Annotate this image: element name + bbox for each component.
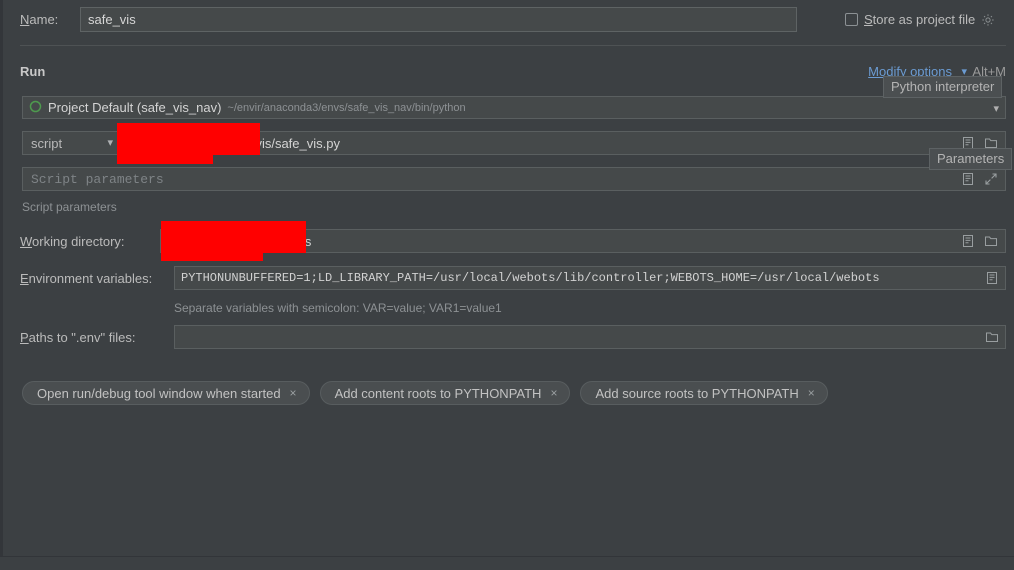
chip-open-run-debug-tool-window[interactable]: Open run/debug tool window when started …	[22, 381, 310, 405]
script-kind-dropdown[interactable]: script ▾	[22, 131, 120, 155]
working-directory-icons	[961, 234, 998, 248]
dialog-left-rail	[0, 0, 3, 556]
chip-add-content-roots[interactable]: Add content roots to PYTHONPATH ×	[319, 381, 571, 405]
macro-list-icon[interactable]	[985, 271, 999, 285]
python-env-icon	[29, 100, 48, 116]
dotenv-paths-field[interactable]	[174, 325, 1006, 349]
script-parameters-placeholder: Script parameters	[31, 171, 164, 187]
redaction-block-working-directory-2	[161, 221, 263, 261]
environment-variables-hint: Separate variables with semicolon: VAR=v…	[174, 301, 502, 315]
gear-icon[interactable]	[981, 13, 995, 27]
python-interpreter-name: Project Default (safe_vis_nav)	[48, 100, 222, 115]
dialog-footer	[0, 557, 1014, 570]
python-interpreter-combo[interactable]: Project Default (safe_vis_nav) ~/envir/a…	[22, 96, 1006, 119]
environment-variables-value: PYTHONUNBUFFERED=1;LD_LIBRARY_PATH=/usr/…	[181, 271, 880, 285]
close-icon[interactable]: ×	[808, 387, 815, 399]
close-icon[interactable]: ×	[290, 387, 297, 399]
folder-icon[interactable]	[985, 330, 999, 344]
chevron-down-icon[interactable]: ▾	[993, 102, 999, 115]
name-row: Name: Store as project file	[0, 0, 1014, 40]
name-label: Name:	[20, 12, 59, 27]
store-as-project-file-label: Store as project file	[864, 12, 976, 27]
expand-editor-icon[interactable]	[984, 172, 998, 186]
run-section-title: Run	[20, 64, 46, 79]
script-parameters-icons	[961, 172, 998, 186]
section-divider	[20, 45, 1006, 46]
environment-variables-label: Environment variables:	[20, 271, 153, 286]
working-directory-label: Working directory:	[20, 234, 125, 249]
chip-label: Add content roots to PYTHONPATH	[334, 385, 542, 401]
environment-variables-icons	[985, 271, 999, 285]
script-kind-value: script	[31, 135, 63, 151]
option-chips: Open run/debug tool window when started …	[22, 381, 828, 405]
redaction-block-script-path-2	[117, 123, 213, 164]
store-as-project-file-checkbox[interactable]	[845, 13, 858, 26]
python-interpreter-path: ~/envir/anaconda3/envs/safe_vis_nav/bin/…	[227, 101, 466, 114]
python-interpreter-tooltip: Python interpreter	[883, 76, 1003, 98]
chip-label: Add source roots to PYTHONPATH	[595, 385, 799, 401]
parameters-tooltip: Parameters	[929, 148, 1013, 170]
chevron-down-icon[interactable]: ▾	[107, 136, 113, 149]
environment-variables-field[interactable]: PYTHONUNBUFFERED=1;LD_LIBRARY_PATH=/usr/…	[174, 266, 1006, 290]
chip-label: Open run/debug tool window when started	[37, 385, 281, 401]
folder-icon[interactable]	[984, 234, 998, 248]
store-as-project-file-group[interactable]: Store as project file	[845, 12, 995, 27]
script-parameters-field[interactable]: Script parameters	[22, 167, 1006, 191]
dotenv-paths-icons	[985, 330, 999, 344]
dotenv-paths-label: Paths to ".env" files:	[20, 330, 136, 345]
name-input[interactable]	[80, 7, 797, 32]
chip-add-source-roots[interactable]: Add source roots to PYTHONPATH ×	[580, 381, 828, 405]
macro-list-icon[interactable]	[961, 172, 975, 186]
macro-list-icon[interactable]	[961, 234, 975, 248]
close-icon[interactable]: ×	[550, 387, 557, 399]
script-parameters-hint: Script parameters	[22, 200, 117, 214]
